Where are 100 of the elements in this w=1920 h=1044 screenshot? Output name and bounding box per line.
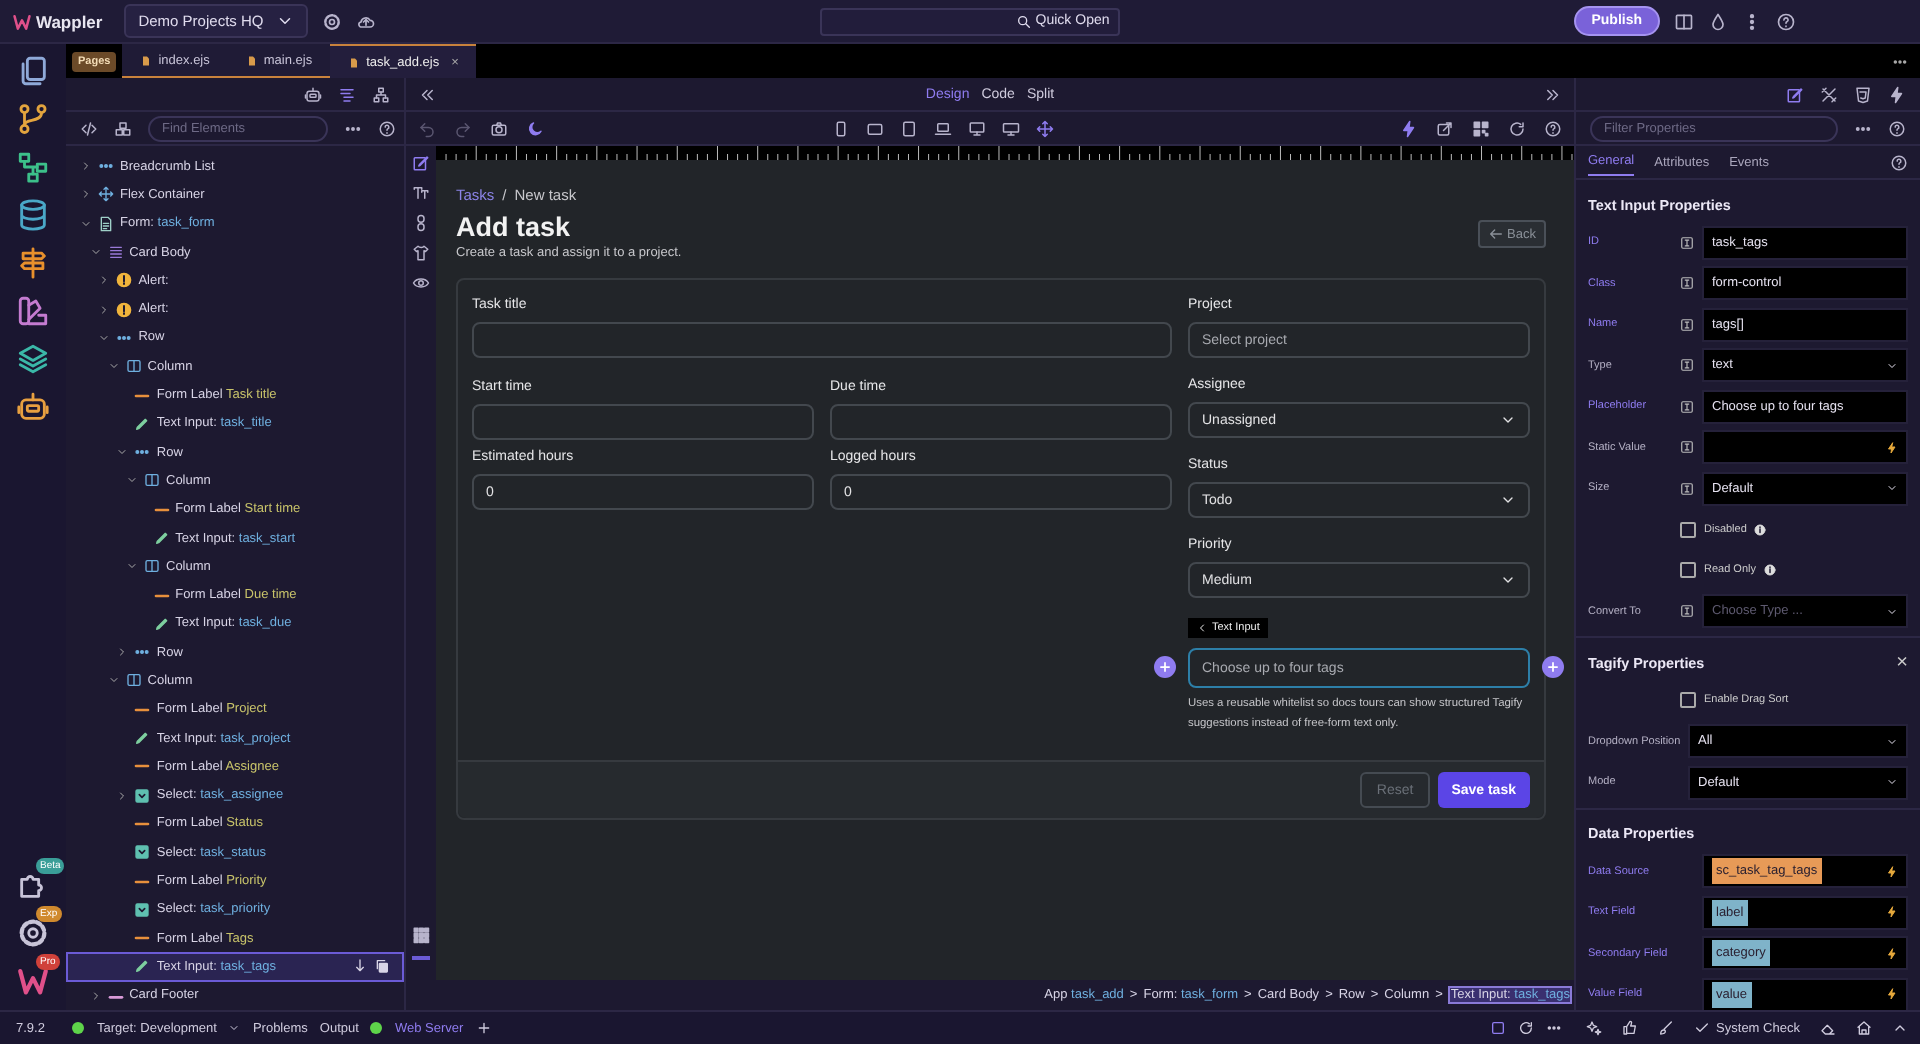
bolt-icon[interactable] <box>1886 947 1898 960</box>
expanded-chevron-icon[interactable] <box>126 474 138 487</box>
monitor-icon[interactable] <box>967 119 985 137</box>
wide-monitor-icon[interactable] <box>1001 119 1019 137</box>
chevron-up-icon[interactable] <box>1892 1020 1908 1036</box>
move-icon[interactable] <box>1035 119 1053 137</box>
down-arrow-icon[interactable] <box>352 958 368 975</box>
checkbox[interactable] <box>1680 521 1696 538</box>
add-after-icon[interactable] <box>1542 656 1564 678</box>
moon-icon[interactable] <box>526 119 544 137</box>
collapsed-chevron-icon[interactable] <box>116 789 129 802</box>
phone-icon[interactable] <box>831 119 849 137</box>
expanded-chevron-icon[interactable] <box>116 446 129 459</box>
bind-icon[interactable] <box>1680 481 1694 496</box>
camera-icon[interactable] <box>490 119 508 137</box>
structure-icon[interactable] <box>338 85 356 103</box>
undo-icon[interactable] <box>418 119 436 137</box>
close-section-button[interactable]: × <box>1896 651 1908 673</box>
qr-code-icon[interactable] <box>1472 119 1490 137</box>
bind-icon[interactable] <box>1680 317 1694 332</box>
brush-icon[interactable] <box>1658 1020 1675 1036</box>
thumbs-up-icon[interactable] <box>1622 1020 1639 1036</box>
pages-icon[interactable] <box>16 54 50 88</box>
edit-icon[interactable] <box>1786 85 1804 103</box>
robot-icon[interactable] <box>16 390 50 424</box>
more-icon[interactable] <box>1546 1020 1562 1036</box>
shirt-icon[interactable] <box>412 244 430 262</box>
collapsed-chevron-icon[interactable] <box>80 188 92 201</box>
link-icon[interactable] <box>412 214 430 232</box>
bind-icon[interactable] <box>1680 276 1694 291</box>
square-icon[interactable] <box>1490 1020 1506 1036</box>
edit-icon[interactable] <box>412 154 430 172</box>
bolt-icon[interactable] <box>1888 85 1906 103</box>
bolt-icon[interactable] <box>1886 441 1898 454</box>
checkbox[interactable] <box>1680 692 1696 709</box>
bind-icon[interactable] <box>1680 604 1694 619</box>
home-icon[interactable] <box>1855 1020 1872 1036</box>
settings-icon[interactable] <box>16 916 50 950</box>
expanded-chevron-icon[interactable] <box>107 674 120 687</box>
bind-icon[interactable] <box>1680 440 1694 455</box>
layers-icon[interactable] <box>16 342 50 376</box>
help-icon[interactable] <box>1776 11 1796 31</box>
database-icon[interactable] <box>16 198 50 232</box>
signpost-icon[interactable] <box>16 246 50 280</box>
redo-icon[interactable] <box>454 119 472 137</box>
tree-icon[interactable] <box>372 85 390 103</box>
palette-icon[interactable] <box>16 294 50 328</box>
text-input[interactable] <box>472 322 1172 358</box>
bind-icon[interactable] <box>1680 358 1694 373</box>
css-icon[interactable] <box>1854 85 1872 103</box>
grid-icon[interactable] <box>412 926 430 944</box>
expanded-chevron-icon[interactable] <box>89 246 102 259</box>
settings-icon[interactable] <box>321 11 342 31</box>
help-icon[interactable] <box>1890 153 1908 171</box>
help-icon[interactable] <box>378 119 396 137</box>
text-size-icon[interactable] <box>412 184 430 202</box>
eraser-icon[interactable] <box>1819 1020 1836 1036</box>
help-icon[interactable] <box>1888 119 1906 137</box>
bind-icon[interactable] <box>1680 235 1694 250</box>
bolt-icon[interactable] <box>1886 988 1898 1001</box>
collapsed-chevron-icon[interactable] <box>98 303 111 316</box>
collapse-right-icon[interactable] <box>1544 85 1562 103</box>
text-input[interactable] <box>472 404 814 440</box>
checkbox[interactable] <box>1680 562 1696 579</box>
branch-icon[interactable] <box>16 102 50 136</box>
add-icon[interactable] <box>475 1020 492 1036</box>
text-input[interactable] <box>830 404 1172 440</box>
collapsed-chevron-icon[interactable] <box>80 160 92 173</box>
expanded-chevron-icon[interactable] <box>98 331 111 344</box>
logo-icon[interactable] <box>16 964 50 998</box>
collapsed-chevron-icon[interactable] <box>116 646 129 659</box>
refresh-icon[interactable] <box>1508 119 1526 137</box>
bolt-icon[interactable] <box>1400 119 1418 137</box>
flow-icon[interactable] <box>16 150 50 184</box>
split-view-icon[interactable] <box>1674 11 1694 31</box>
sparkle-icon[interactable] <box>1586 1020 1602 1036</box>
add-before-icon[interactable] <box>1154 656 1176 678</box>
tablet-icon[interactable] <box>899 119 917 137</box>
components-icon[interactable] <box>114 119 132 137</box>
expanded-chevron-icon[interactable] <box>107 360 120 373</box>
help-icon[interactable] <box>1544 119 1562 137</box>
expanded-chevron-icon[interactable] <box>80 217 92 230</box>
expanded-chevron-icon[interactable] <box>126 560 138 573</box>
caret-icon[interactable] <box>228 1022 241 1034</box>
collapse-left-icon[interactable] <box>418 85 436 103</box>
collapsed-chevron-icon[interactable] <box>89 989 102 1002</box>
bind-icon[interactable] <box>1680 399 1694 414</box>
robot-icon[interactable] <box>304 85 322 103</box>
collapsed-chevron-icon[interactable] <box>98 274 111 287</box>
export-icon[interactable] <box>1436 119 1454 137</box>
code-icon[interactable] <box>80 119 98 137</box>
cloud-upload-icon[interactable] <box>355 11 376 31</box>
eye-icon[interactable] <box>412 274 430 292</box>
property-field[interactable] <box>1702 430 1908 465</box>
drop-icon[interactable] <box>1708 11 1728 31</box>
laptop-icon[interactable] <box>933 119 951 137</box>
refresh-icon[interactable] <box>1518 1020 1534 1036</box>
tablet-landscape-icon[interactable] <box>865 119 883 137</box>
copy-icon[interactable] <box>374 958 390 975</box>
bolt-icon[interactable] <box>1886 906 1898 919</box>
